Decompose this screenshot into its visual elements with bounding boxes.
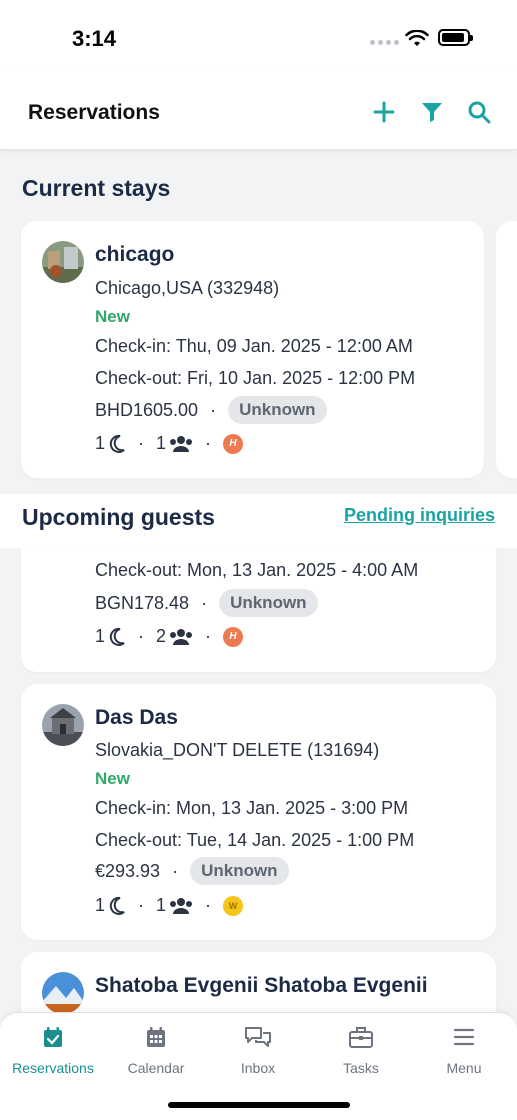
source-icon: W [223,895,244,916]
plus-icon [373,101,395,123]
pending-inquiries-link[interactable]: Pending inquiries [344,505,495,526]
home-indicator [168,1102,350,1108]
checkin-text: Check-in: Thu, 09 Jan. 2025 - 12:00 AM [95,336,413,356]
calendar-grid-icon [147,1027,165,1047]
filter-button[interactable] [418,98,446,126]
reservation-card-next[interactable] [496,221,517,478]
checkin-text: Check-in: Mon, 13 Jan. 2025 - 3:00 PM [95,798,409,818]
battery-icon [438,29,473,46]
nights-count: 1 [95,433,106,453]
tab-label: Inbox [240,1060,276,1076]
source-icon: H [223,433,244,454]
price: BHD1605.00 [95,399,199,420]
meta-row: 1 · 1 · W [95,895,244,916]
dot-separator: · [210,399,217,420]
tab-menu[interactable]: Menu [414,1025,514,1076]
guests-count: 1 [156,433,167,453]
tab-label: Tasks [343,1060,379,1076]
chat-bubbles-icon [245,1027,271,1047]
checkout-text: Check-out: Fri, 10 Jan. 2025 - 12:00 PM [95,368,416,388]
reservation-card[interactable]: Das Das Slovakia_DON'T DELETE (131694) N… [21,684,496,940]
tab-label: Menu [446,1060,482,1076]
tab-reservations[interactable]: Reservations [3,1025,103,1076]
search-icon [468,101,491,124]
price-row: BGN178.48 · Unknown [95,589,318,617]
nights-count: 1 [95,626,106,646]
nights-count: 1 [95,895,106,915]
guest-name: Shatoba Evgenii Shatoba Evgenii [95,974,428,997]
status-badge: Unknown [190,857,289,885]
guests-count: 1 [156,895,167,915]
checkout-text: Check-out: Tue, 14 Jan. 2025 - 1:00 PM [95,830,415,850]
hamburger-icon [453,1028,475,1046]
current-stays-title: Current stays [22,175,171,201]
status-time: 3:14 [72,26,117,51]
page-title: Reservations [28,101,160,124]
price-row: €293.93 · Unknown [95,857,289,885]
guest-name: chicago [95,243,175,266]
status-badge: Unknown [228,396,327,424]
price: €293.93 [95,860,161,881]
signal-icon [370,40,399,45]
tab-label: Reservations [12,1060,94,1076]
meta-row: 1 · 2 · H [95,626,244,647]
calendar-check-icon [44,1027,62,1047]
briefcase-icon [349,1027,373,1048]
search-button[interactable] [465,98,493,126]
checkout-text: Check-out: Mon, 13 Jan. 2025 - 4:00 AM [95,560,419,580]
upcoming-guests-title: Upcoming guests [22,504,215,530]
reservation-card[interactable]: chicago Chicago,USA (332948) New Check-i… [21,221,484,478]
property-name: Chicago,USA (332948) [95,278,280,298]
filter-icon [422,103,442,122]
status-bar: 3:14 [0,0,517,70]
moon-icon [109,627,125,646]
guests-icon [170,628,193,645]
price: BGN178.48 [95,592,190,613]
add-button[interactable] [370,98,398,126]
tab-label: Calendar [127,1060,185,1076]
reservation-card[interactable]: Check-out: Mon, 13 Jan. 2025 - 4:00 AM B… [21,548,496,672]
moon-icon [109,434,125,453]
status-badge: Unknown [219,589,318,617]
status-label: New [95,307,130,326]
moon-icon [109,896,125,915]
price-row: BHD1605.00 · Unknown [95,396,327,424]
tab-calendar[interactable]: Calendar [106,1025,206,1076]
guests-icon [170,897,193,914]
avatar [42,972,84,1014]
tab-inbox[interactable]: Inbox [208,1025,308,1076]
app-header: Reservations [0,70,517,150]
avatar [42,241,84,283]
status-label: New [95,769,130,788]
tab-tasks[interactable]: Tasks [311,1025,411,1076]
property-name: Slovakia_DON'T DELETE (131694) [95,740,380,760]
meta-row: 1 · 1 · H [95,433,244,454]
guest-name: Das Das [95,706,178,729]
guests-count: 2 [156,626,167,646]
avatar [42,704,84,746]
wifi-icon [405,30,429,46]
guests-icon [170,435,193,452]
source-icon: H [223,626,244,647]
